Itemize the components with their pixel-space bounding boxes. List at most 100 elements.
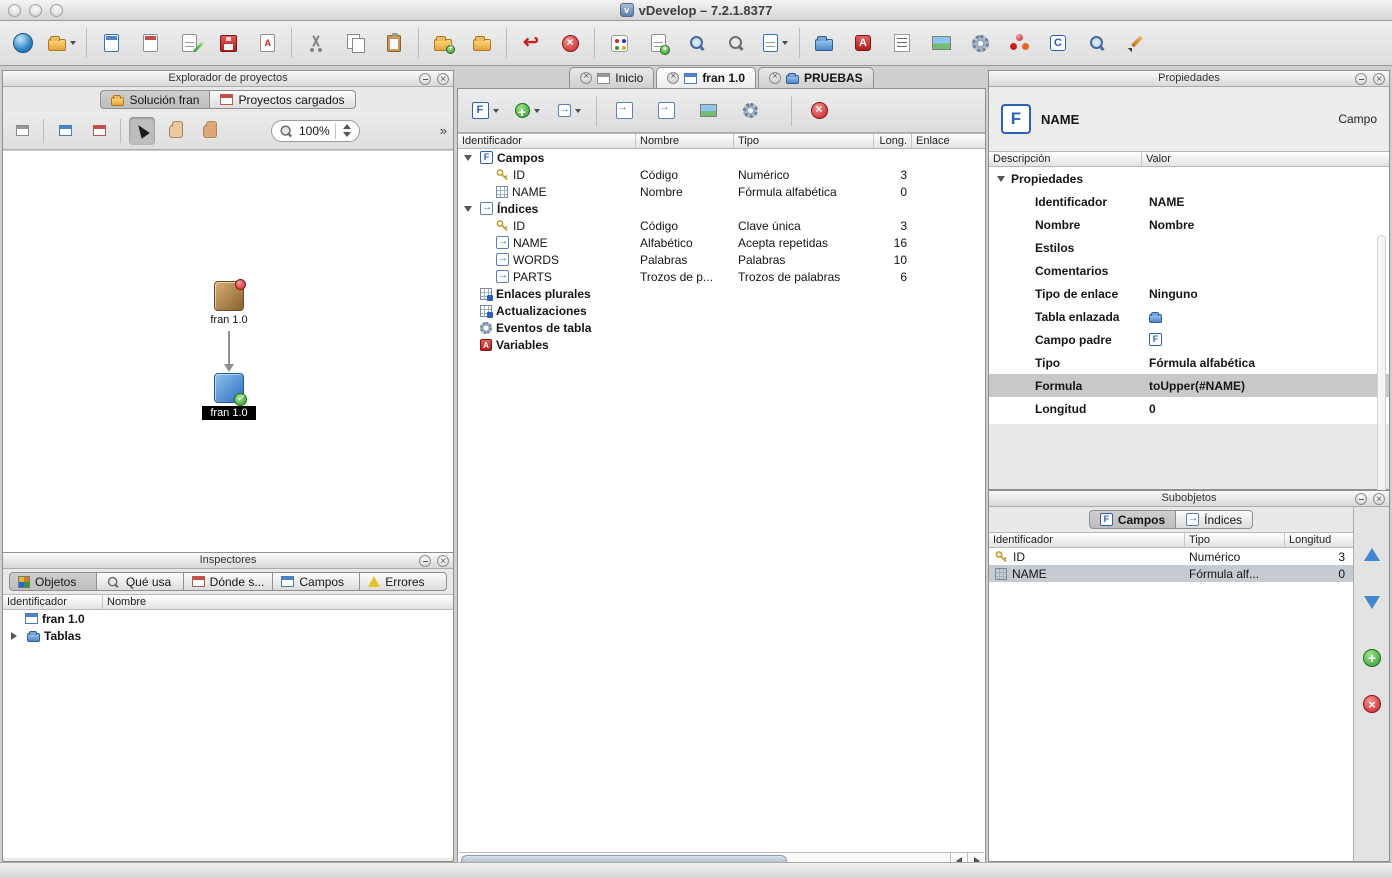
add-object-button[interactable] xyxy=(643,26,673,60)
prop-row-tipo[interactable]: Tipo Fórmula alfabética xyxy=(989,351,1389,374)
tree-group-actualizaciones[interactable]: Actualizaciones xyxy=(458,302,985,319)
add-subobject-button[interactable] xyxy=(512,95,542,127)
column-enlace[interactable]: Enlace xyxy=(912,134,985,148)
prop-value[interactable]: NAME xyxy=(1142,195,1389,209)
tree-row-field-id[interactable]: ID Código Numérico 3 xyxy=(458,166,985,183)
edit-object-button[interactable] xyxy=(174,26,204,60)
tree-row-project[interactable]: fran 1.0 xyxy=(3,610,453,627)
column-descripcion[interactable]: Descripción xyxy=(989,152,1142,166)
global-search-button[interactable] xyxy=(1082,26,1112,60)
zoom-stepper[interactable] xyxy=(341,124,353,137)
copy-button[interactable] xyxy=(340,26,370,60)
add-instance-button[interactable] xyxy=(428,26,458,60)
sign-button[interactable] xyxy=(1121,26,1151,60)
tab-errores[interactable]: Errores xyxy=(360,572,447,591)
tab-campos[interactable]: Campos xyxy=(273,572,360,591)
column-identificador[interactable]: Identificador xyxy=(989,533,1185,547)
undo-button[interactable]: ↩ xyxy=(516,26,546,60)
tab-proyectos-cargados[interactable]: Proyectos cargados xyxy=(210,90,355,109)
debugger-button[interactable] xyxy=(1004,26,1034,60)
parent-field-icon[interactable] xyxy=(1149,333,1162,346)
column-valor[interactable]: Valor xyxy=(1142,152,1389,166)
constants-button[interactable] xyxy=(1043,26,1073,60)
tree-group-campos[interactable]: Campos xyxy=(458,149,985,166)
column-tipo[interactable]: Tipo xyxy=(734,134,874,148)
tab-donde-se-usa[interactable]: Dónde s... xyxy=(184,572,274,591)
prop-row-informacion[interactable]: Información xyxy=(989,420,1389,424)
tree-row-field-name[interactable]: NAME Nombre Fórmula alfabética 0 xyxy=(458,183,985,200)
overflow-chevron-icon[interactable] xyxy=(440,123,447,138)
find-button[interactable] xyxy=(721,26,751,60)
close-tab-icon[interactable] xyxy=(667,72,679,84)
tab-fran-1-0[interactable]: fran 1.0 xyxy=(656,67,756,88)
grab-tool-button[interactable] xyxy=(197,117,223,145)
tab-objetos[interactable]: Objetos xyxy=(9,572,97,591)
variables-button[interactable] xyxy=(848,26,878,60)
show-instances-button[interactable] xyxy=(86,117,112,145)
zoom-button[interactable] xyxy=(682,26,712,60)
prop-row-estilos[interactable]: Estilos xyxy=(989,236,1389,259)
open-instance-button[interactable] xyxy=(467,26,497,60)
prop-row-formula[interactable]: Formula toUpper(#NAME) xyxy=(989,374,1389,397)
insert-mode-button[interactable] xyxy=(554,95,584,127)
delete-subobject-button[interactable] xyxy=(804,95,834,127)
prop-value-formula[interactable]: toUpper(#NAME) xyxy=(1142,379,1389,393)
tree-group-variables[interactable]: Variables xyxy=(458,336,985,353)
close-panel-button[interactable] xyxy=(1373,493,1385,505)
tab-pruebas[interactable]: PRUEBAS xyxy=(758,67,874,88)
project-canvas[interactable]: fran 1.0 fran 1.0 xyxy=(3,150,453,552)
tab-indices[interactable]: Índices xyxy=(1176,510,1253,529)
prop-group-propiedades[interactable]: Propiedades xyxy=(989,167,1389,190)
new-table-button[interactable] xyxy=(135,26,165,60)
project-node-instance[interactable]: fran 1.0 xyxy=(197,373,261,420)
new-view-button[interactable] xyxy=(9,117,35,145)
new-project-button[interactable] xyxy=(96,26,126,60)
close-panel-button[interactable] xyxy=(1373,73,1385,85)
prop-row-identificador[interactable]: Identificador NAME xyxy=(989,190,1389,213)
tab-que-usa[interactable]: Qué usa xyxy=(97,572,184,591)
undock-panel-button[interactable] xyxy=(419,73,431,85)
tree-group-indices[interactable]: Índices xyxy=(458,200,985,217)
vertical-scrollbar[interactable] xyxy=(1377,235,1386,510)
tree-group-enlaces-plurales[interactable]: Enlaces plurales xyxy=(458,285,985,302)
column-nombre[interactable]: Nombre xyxy=(636,134,734,148)
prop-value[interactable]: Ninguno xyxy=(1142,287,1389,301)
list-view-button[interactable] xyxy=(887,26,917,60)
expand-triangle-icon[interactable] xyxy=(11,632,17,640)
titlebar[interactable]: v vDevelop – 7.2.1.8377 xyxy=(0,0,1392,21)
subobject-row-name[interactable]: NAME Fórmula alf... 0 xyxy=(989,565,1353,582)
settings-button[interactable] xyxy=(965,26,995,60)
prop-row-comentarios[interactable]: Comentarios xyxy=(989,259,1389,282)
tab-inicio[interactable]: Inicio xyxy=(569,67,654,88)
tree-group-eventos-de-tabla[interactable]: Eventos de tabla xyxy=(458,319,985,336)
collapse-triangle-icon[interactable] xyxy=(997,176,1005,182)
minimize-window-button[interactable] xyxy=(29,4,42,17)
project-gallery-button[interactable] xyxy=(809,26,839,60)
stop-button[interactable] xyxy=(555,26,585,60)
close-panel-button[interactable] xyxy=(437,555,449,567)
view-diagram-button[interactable] xyxy=(693,95,723,127)
move-up-button[interactable] xyxy=(1361,543,1383,565)
styles-button[interactable] xyxy=(604,26,634,60)
subobject-row-id[interactable]: ID Numérico 3 xyxy=(989,548,1353,565)
close-tab-icon[interactable] xyxy=(580,72,592,84)
prop-row-tipo-de-enlace[interactable]: Tipo de enlace Ninguno xyxy=(989,282,1389,305)
zoom-window-button[interactable] xyxy=(50,4,63,17)
column-identificador[interactable]: Identificador xyxy=(3,595,103,609)
execute-button[interactable] xyxy=(8,26,38,60)
project-node-source[interactable]: fran 1.0 xyxy=(197,281,261,326)
zoom-control[interactable]: 100% xyxy=(271,120,360,142)
undock-panel-button[interactable] xyxy=(1355,73,1367,85)
prop-row-longitud[interactable]: Longitud 0 xyxy=(989,397,1389,420)
prop-row-nombre[interactable]: Nombre Nombre xyxy=(989,213,1389,236)
close-tab-icon[interactable] xyxy=(769,72,781,84)
undock-panel-button[interactable] xyxy=(419,555,431,567)
report-button[interactable]: A xyxy=(252,26,282,60)
prop-row-tabla-enlazada[interactable]: Tabla enlazada xyxy=(989,305,1389,328)
select-tool-button[interactable] xyxy=(129,117,155,145)
images-button[interactable] xyxy=(926,26,956,60)
column-long[interactable]: Long. xyxy=(874,134,912,148)
column-tipo[interactable]: Tipo xyxy=(1185,533,1285,547)
add-index-button[interactable] xyxy=(609,95,639,127)
tree-row-index-name[interactable]: NAME Alfabético Acepta repetidas 16 xyxy=(458,234,985,251)
